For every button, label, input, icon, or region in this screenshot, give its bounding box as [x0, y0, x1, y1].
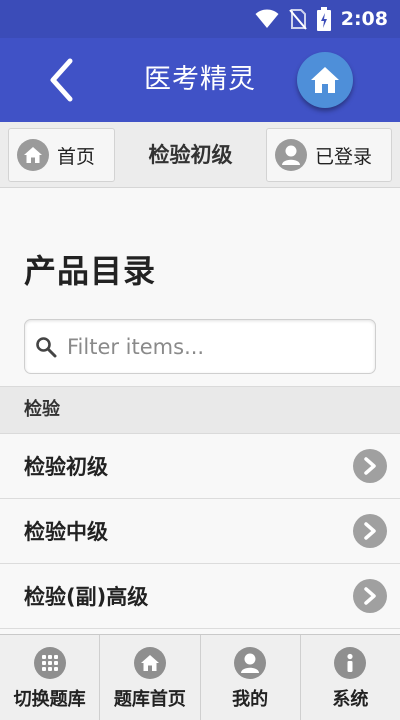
home-icon [311, 67, 339, 93]
chevron-right-icon [353, 514, 387, 548]
page-title: 产品目录 [24, 252, 157, 290]
list-item-label: 检验初级 [24, 455, 108, 479]
nav-label: 题库首页 [113, 689, 186, 710]
list-item-label: 检验中级 [24, 520, 108, 544]
bottom-nav: 切换题库 题库首页 我的 系统 [0, 634, 400, 720]
current-bank-title: 检验初级 [148, 143, 233, 167]
product-catalog: 产品目录 检验 检验初级 检验中级 检验(副)高级 [0, 188, 400, 634]
nav-label: 切换题库 [13, 689, 86, 710]
battery-icon [316, 7, 331, 31]
list-item-primary[interactable]: 检验初级 [0, 434, 400, 499]
nav-label: 我的 [232, 689, 269, 710]
search-box [24, 319, 376, 374]
back-button[interactable] [36, 54, 86, 106]
info-icon [334, 647, 367, 679]
nav-switch-bank[interactable]: 切换题库 [0, 635, 101, 720]
nav-label: 系统 [332, 689, 369, 710]
nav-mine[interactable]: 我的 [201, 635, 301, 720]
home-page-button[interactable]: 首页 [8, 128, 115, 182]
search-icon [36, 336, 57, 357]
home-icon [133, 647, 166, 679]
catalog-list: 检验初级 检验中级 检验(副)高级 [0, 434, 400, 629]
login-status-button[interactable]: 已登录 [266, 128, 392, 182]
back-arrow-icon [50, 58, 73, 102]
sub-header: 首页 检验初级 已登录 [0, 122, 400, 188]
user-icon [234, 647, 267, 679]
chevron-right-icon [353, 579, 387, 613]
chevron-right-icon [353, 449, 387, 483]
home-button[interactable] [297, 52, 353, 108]
user-icon [275, 139, 307, 171]
wifi-icon [255, 9, 279, 28]
list-item-intermediate[interactable]: 检验中级 [0, 499, 400, 564]
home-icon [17, 139, 49, 171]
app-bar: 医考精灵 [0, 38, 400, 122]
no-sim-icon [288, 9, 307, 30]
login-status-label: 已登录 [315, 145, 373, 168]
list-item-label: 检验(副)高级 [24, 585, 149, 609]
home-page-label: 首页 [57, 145, 96, 168]
filter-input[interactable] [67, 334, 357, 359]
list-item-senior[interactable]: 检验(副)高级 [0, 564, 400, 629]
nav-bank-home[interactable]: 题库首页 [100, 635, 201, 720]
status-time: 2:08 [340, 8, 388, 30]
status-bar: 2:08 [0, 0, 400, 38]
grid-icon [33, 647, 66, 679]
nav-system[interactable]: 系统 [301, 635, 400, 720]
list-divider: 检验 [0, 386, 400, 434]
